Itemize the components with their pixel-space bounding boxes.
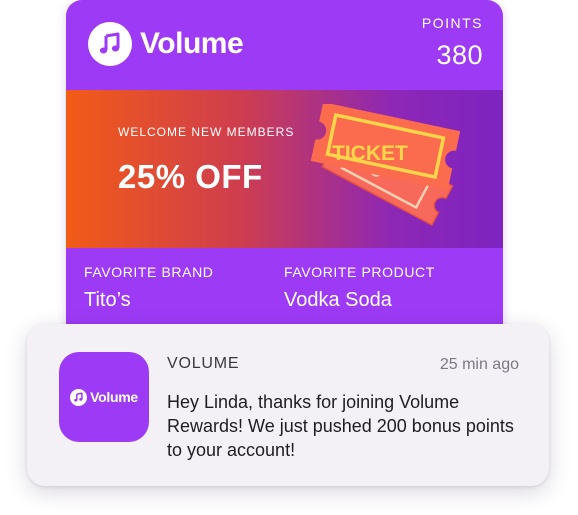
promo-banner[interactable]: WELCOME NEW MEMBERS 25% OFF TIC TICKET bbox=[66, 90, 503, 248]
ticket-text: TICKET bbox=[332, 142, 408, 165]
notification-time: 25 min ago bbox=[439, 356, 519, 373]
music-note-icon bbox=[70, 388, 88, 406]
brand: Volume bbox=[88, 22, 244, 66]
app-icon: Volume bbox=[59, 352, 149, 442]
favorite-product-value: Vodka Soda bbox=[284, 289, 392, 311]
favorite-product-label: FAVORITE PRODUCT bbox=[284, 264, 435, 280]
card-header: Volume POINTS 380 bbox=[66, 0, 503, 90]
points-label: POINTS bbox=[421, 15, 483, 31]
favorite-brand-value: Tito’s bbox=[84, 289, 131, 311]
stage: Volume POINTS 380 WELCOME NEW MEMBERS 25… bbox=[0, 0, 578, 515]
promo-kicker: WELCOME NEW MEMBERS bbox=[118, 125, 295, 139]
favorite-brand: FAVORITE BRAND Tito’s bbox=[84, 264, 214, 312]
push-notification[interactable]: Volume VOLUME 25 min ago Hey Linda, than… bbox=[27, 324, 549, 486]
app-icon-label: Volume bbox=[90, 389, 138, 405]
favorite-brand-label: FAVORITE BRAND bbox=[84, 264, 214, 280]
notification-message: Hey Linda, thanks for joining Volume Rew… bbox=[167, 392, 514, 460]
ticket-icon: TIC TICKET bbox=[310, 104, 461, 226]
promo-headline: 25% OFF bbox=[118, 158, 263, 195]
favorite-product: FAVORITE PRODUCT Vodka Soda bbox=[284, 264, 435, 312]
app-icon-inner: Volume bbox=[70, 388, 138, 406]
music-note-icon bbox=[88, 22, 132, 66]
points-value: 380 bbox=[436, 40, 483, 70]
brand-name: Volume bbox=[140, 27, 244, 60]
loyalty-card[interactable]: Volume POINTS 380 WELCOME NEW MEMBERS 25… bbox=[66, 0, 503, 340]
notification-app-name: VOLUME bbox=[167, 355, 240, 372]
